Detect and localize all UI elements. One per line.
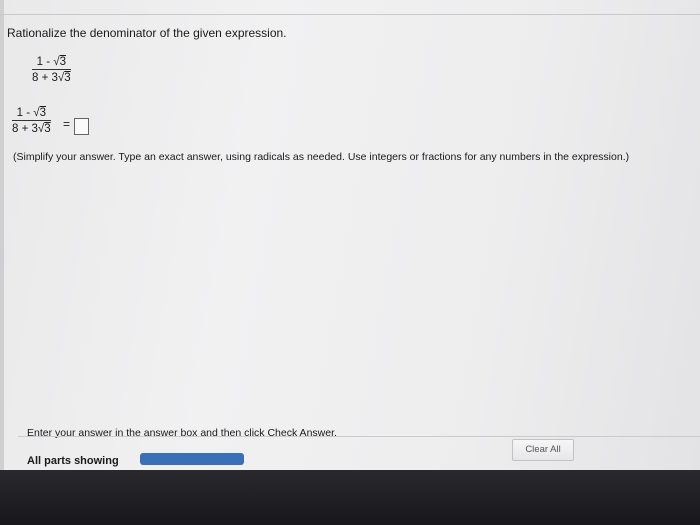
expression-denominator: 8 + 3√3 [32,72,71,84]
answer-numerator: 1 - √3 [12,107,51,121]
panel-edge [0,0,4,470]
answer-denominator: 8 + 3√3 [12,123,51,135]
expression-numerator: 1 - √3 [32,56,71,70]
answer-expression: 1 - √3 8 + 3√3 [12,107,51,135]
parts-showing-label: All parts showing [27,455,119,467]
parts-progress-bar [140,453,244,465]
given-expression: 1 - √3 8 + 3√3 [32,56,71,84]
divider [0,14,700,15]
question-instruction: Rationalize the denominator of the given… [7,26,287,40]
monitor-bezel [0,470,700,525]
footer-message: Enter your answer in the answer box and … [27,427,337,439]
equals-sign: = [63,117,71,131]
question-panel: Rationalize the denominator of the given… [0,0,700,470]
answer-input-box[interactable] [74,118,89,135]
progress-fill [140,453,244,465]
clear-all-button[interactable]: Clear All [512,439,574,461]
footer-divider [18,436,700,437]
answer-hint: (Simplify your answer. Type an exact ans… [13,151,630,163]
